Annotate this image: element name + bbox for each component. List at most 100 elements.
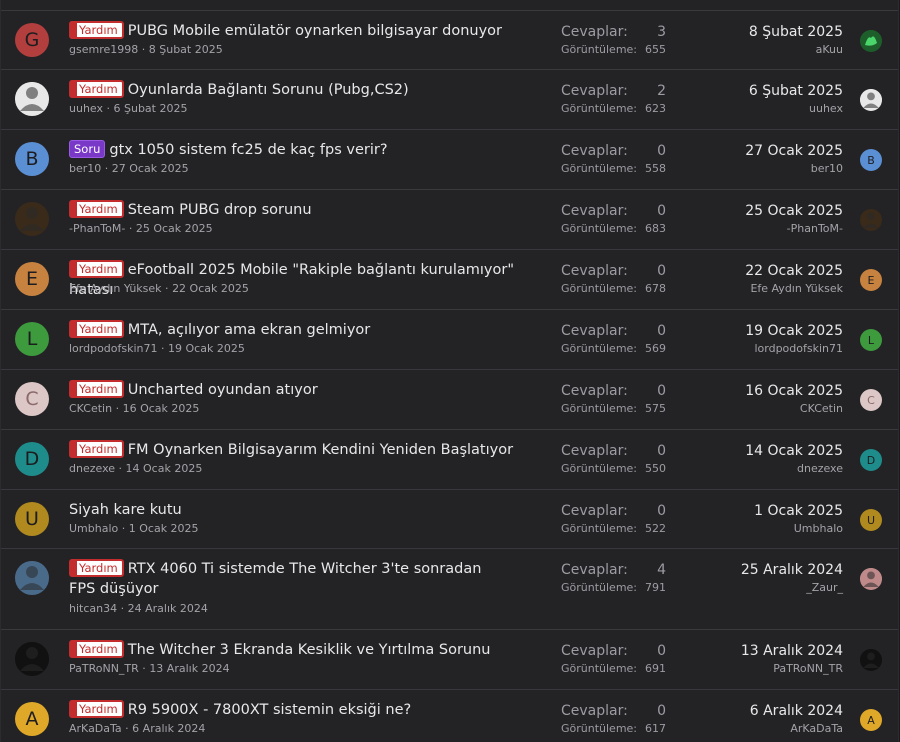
thread-row[interactable]: U Siyah kare kutu Umbhalo · 1 Ocak 2025 Cev… [1, 489, 898, 548]
thread-prefix-badge[interactable]: Soru [69, 140, 106, 158]
last-poster-name[interactable]: -PhanToM- [787, 222, 843, 236]
last-poster-avatar[interactable] [860, 209, 882, 231]
thread-row[interactable]: L Yardım MTA, açılıyor ama ekran gelmiyor l… [1, 309, 898, 369]
thread-author-link[interactable]: dnezexe [69, 462, 115, 475]
last-poster-avatar[interactable]: B [860, 149, 882, 171]
thread-author-link[interactable]: -PhanToM- [69, 222, 125, 235]
last-poster-avatar[interactable] [860, 30, 882, 52]
author-avatar[interactable]: C [15, 382, 49, 416]
thread-title-link[interactable]: gtx 1050 sistem fc25 de kaç fps verir? [109, 142, 387, 158]
thread-prefix-badge[interactable]: Yardım [69, 440, 124, 458]
last-poster-avatar[interactable] [860, 89, 882, 111]
last-poster-name[interactable]: dnezexe [797, 462, 843, 476]
author-avatar[interactable]: E [15, 262, 49, 296]
thread-author-link[interactable]: ber10 [69, 162, 101, 175]
thread-author-link[interactable]: CKCetin [69, 402, 112, 415]
last-poster-avatar[interactable]: A [860, 709, 882, 731]
thread-start-date[interactable]: 14 Ocak 2025 [126, 462, 203, 475]
thread-title-link[interactable]: The Witcher 3 Ekranda Kesiklik ve Yırtıl… [128, 642, 491, 658]
last-post-date[interactable]: 8 Şubat 2025 [749, 23, 843, 41]
thread-title-link[interactable]: RTX 4060 Ti sistemde The Witcher 3'te so… [69, 561, 481, 597]
thread-prefix-badge[interactable]: Yardım [69, 21, 124, 39]
thread-author-link[interactable]: lordpodofskin71 [69, 342, 158, 355]
thread-prefix-badge[interactable]: Yardım [69, 80, 124, 98]
last-poster-name[interactable]: Umbhalo [794, 522, 843, 536]
thread-title-link[interactable]: FM Oynarken Bilgisayarım Kendini Yeniden… [128, 442, 513, 458]
author-avatar[interactable] [15, 561, 49, 595]
thread-author-link[interactable]: uuhex [69, 102, 103, 115]
last-poster-avatar[interactable]: U [860, 509, 882, 531]
thread-author-link[interactable]: hitcan34 [69, 602, 117, 615]
thread-row[interactable]: C Yardım Uncharted oyundan atıyor CKCetin ·… [1, 369, 898, 429]
last-post-date[interactable]: 13 Aralık 2024 [741, 642, 843, 660]
author-avatar[interactable]: U [15, 502, 49, 536]
thread-start-date[interactable]: 1 Ocak 2025 [129, 522, 199, 535]
thread-author-link[interactable]: gsemre1998 [69, 43, 138, 56]
thread-row[interactable]: Yardım Oyunlarda Bağlantı Sorunu (Pubg,CS… [1, 69, 898, 129]
thread-row[interactable]: E Yardım eFootball 2025 Mobile "Rakiple ba… [1, 249, 898, 309]
thread-author-link[interactable]: Umbhalo [69, 522, 118, 535]
last-poster-name[interactable]: ArKaDaTa [790, 722, 843, 736]
thread-row[interactable]: G Yardım PUBG Mobile emülatör oynarken bil… [1, 10, 898, 69]
thread-start-date[interactable]: 19 Ocak 2025 [168, 342, 245, 355]
thread-row[interactable]: Yardım RTX 4060 Ti sistemde The Witcher 3… [1, 548, 898, 629]
thread-prefix-badge[interactable]: Yardım [69, 700, 124, 718]
thread-author-link[interactable]: PaTRoNN_TR [69, 662, 139, 675]
thread-start-date[interactable]: 6 Şubat 2025 [114, 102, 188, 115]
thread-start-date[interactable]: 6 Aralık 2024 [132, 722, 205, 735]
thread-row[interactable]: Yardım The Witcher 3 Ekranda Kesiklik ve … [1, 629, 898, 689]
author-avatar[interactable] [15, 642, 49, 676]
last-post-date[interactable]: 27 Ocak 2025 [745, 142, 843, 160]
author-avatar[interactable]: D [15, 442, 49, 476]
thread-row[interactable]: D Yardım FM Oynarken Bilgisayarım Kendini … [1, 429, 898, 489]
thread-prefix-badge[interactable]: Yardım [69, 559, 124, 577]
thread-prefix-badge[interactable]: Yardım [69, 380, 124, 398]
thread-author-link[interactable]: ArKaDaTa [69, 722, 122, 735]
last-poster-avatar[interactable]: L [860, 329, 882, 351]
thread-start-date[interactable]: 27 Ocak 2025 [112, 162, 189, 175]
last-poster-name[interactable]: lordpodofskin71 [754, 342, 843, 356]
author-avatar[interactable]: L [15, 322, 49, 356]
thread-start-date[interactable]: 22 Ocak 2025 [172, 282, 249, 295]
thread-start-date[interactable]: 25 Ocak 2025 [136, 222, 213, 235]
thread-title-link[interactable]: Steam PUBG drop sorunu [128, 202, 312, 218]
last-post-date[interactable]: 6 Aralık 2024 [750, 702, 843, 720]
last-poster-name[interactable]: Efe Aydın Yüksek [750, 282, 843, 296]
author-avatar[interactable]: B [15, 142, 49, 176]
thread-title-link[interactable]: R9 5900X - 7800XT sistemin eksiği ne? [128, 702, 412, 718]
thread-start-date[interactable]: 8 Şubat 2025 [149, 43, 223, 56]
thread-title-link[interactable]: Uncharted oyundan atıyor [128, 382, 318, 398]
thread-row[interactable]: A Yardım R9 5900X - 7800XT sistemin eksiği… [1, 689, 898, 742]
thread-prefix-badge[interactable]: Yardım [69, 320, 124, 338]
last-post-date[interactable]: 19 Ocak 2025 [745, 322, 843, 340]
last-poster-name[interactable]: aKuu [816, 43, 843, 57]
last-post-date[interactable]: 25 Ocak 2025 [745, 202, 843, 220]
thread-prefix-badge[interactable]: Yardım [69, 640, 124, 658]
last-post-date[interactable]: 16 Ocak 2025 [745, 382, 843, 400]
last-post-date[interactable]: 6 Şubat 2025 [749, 82, 843, 100]
last-post-date[interactable]: 25 Aralık 2024 [741, 561, 843, 579]
thread-start-date[interactable]: 24 Aralık 2024 [128, 602, 208, 615]
last-poster-name[interactable]: PaTRoNN_TR [773, 662, 843, 676]
thread-prefix-badge[interactable]: Yardım [69, 200, 124, 218]
last-poster-name[interactable]: ber10 [811, 162, 843, 176]
thread-title-link[interactable]: Siyah kare kutu [69, 502, 182, 518]
thread-row[interactable]: B Soru gtx 1050 sistem fc25 de kaç fps ver… [1, 129, 898, 189]
thread-title-link[interactable]: MTA, açılıyor ama ekran gelmiyor [128, 322, 371, 338]
thread-row[interactable]: Yardım Steam PUBG drop sorunu -PhanToM- · … [1, 189, 898, 249]
author-avatar[interactable] [15, 82, 49, 116]
last-poster-name[interactable]: _Zaur_ [806, 581, 843, 595]
last-post-date[interactable]: 14 Ocak 2025 [745, 442, 843, 460]
thread-author-link[interactable]: Efe Aydın Yüksek [69, 282, 162, 295]
last-poster-name[interactable]: uuhex [809, 102, 843, 116]
last-post-date[interactable]: 22 Ocak 2025 [745, 262, 843, 280]
last-poster-avatar[interactable] [860, 649, 882, 671]
thread-prefix-badge[interactable]: Yardım [69, 260, 124, 278]
last-poster-avatar[interactable]: E [860, 269, 882, 291]
thread-start-date[interactable]: 13 Aralık 2024 [149, 662, 229, 675]
author-avatar[interactable] [15, 202, 49, 236]
thread-title-link[interactable]: Oyunlarda Bağlantı Sorunu (Pubg,CS2) [128, 82, 409, 98]
last-post-date[interactable]: 1 Ocak 2025 [754, 502, 843, 520]
author-avatar[interactable]: G [15, 23, 49, 57]
last-poster-avatar[interactable] [860, 568, 882, 590]
